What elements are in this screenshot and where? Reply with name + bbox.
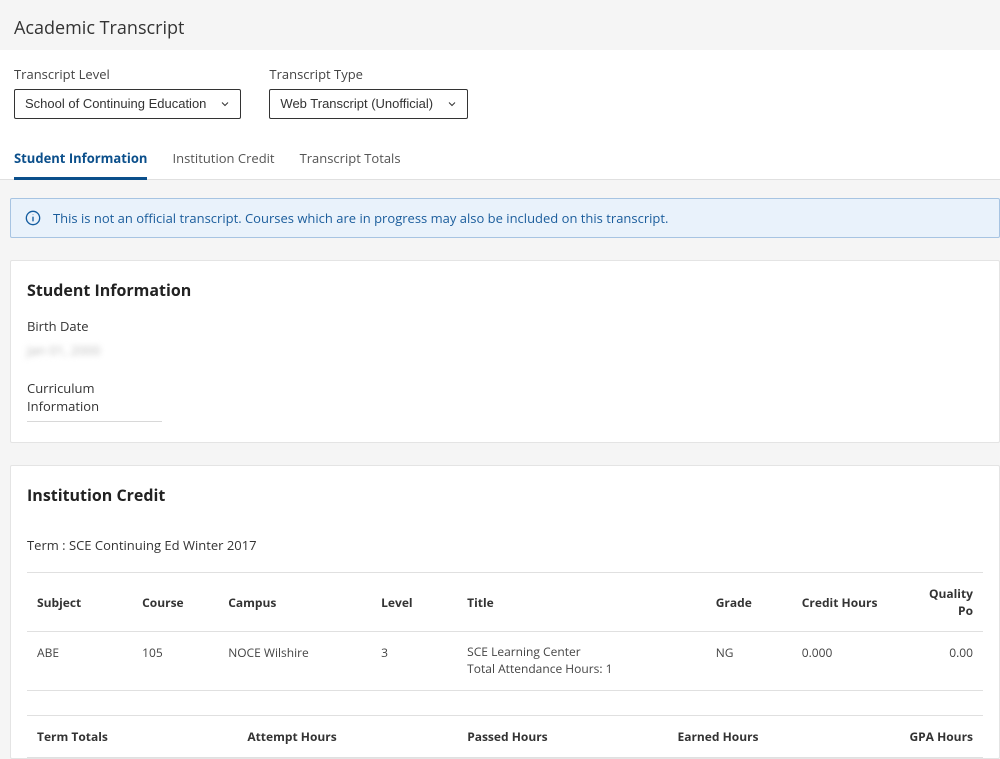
transcript-type-select-wrap: Web Transcript (Unofficial): [269, 89, 468, 119]
col-title: Title: [457, 573, 706, 632]
transcript-type-select[interactable]: Web Transcript (Unofficial): [269, 89, 468, 119]
cell-title-line2: Total Attendance Hours: 1: [467, 661, 696, 678]
transcript-level-select-wrap: School of Continuing Education: [14, 89, 241, 119]
col-credit-hours: Credit Hours: [792, 573, 916, 632]
filters-row: Transcript Level School of Continuing Ed…: [14, 65, 986, 119]
curriculum-info-label: Curriculum Information: [27, 379, 162, 422]
transcript-level-group: Transcript Level School of Continuing Ed…: [14, 65, 241, 119]
birth-date-value: Jan 01, 2000: [27, 341, 983, 359]
info-banner-message: This is not an official transcript. Cour…: [53, 209, 668, 227]
cell-title-line1: SCE Learning Center: [467, 644, 696, 661]
col-earned-hours: Earned Hours: [668, 715, 888, 757]
cell-quality-points: 0.00: [916, 632, 983, 691]
info-banner: This is not an official transcript. Cour…: [10, 198, 1000, 238]
info-icon: [25, 210, 41, 226]
institution-credit-card: Institution Credit Term : SCE Continuing…: [10, 465, 1000, 759]
col-course: Course: [132, 573, 218, 632]
table-row: ABE 105 NOCE Wilshire 3 SCE Learning Cen…: [27, 632, 983, 691]
credit-table-wrap: Subject Course Campus Level Title Grade …: [11, 572, 999, 691]
credit-table-header-row: Subject Course Campus Level Title Grade …: [27, 573, 983, 632]
transcript-level-select[interactable]: School of Continuing Education: [14, 89, 241, 119]
cell-campus: NOCE Wilshire: [218, 632, 371, 691]
credit-table: Subject Course Campus Level Title Grade …: [27, 572, 983, 691]
page-header: Academic Transcript: [0, 0, 1000, 50]
col-level: Level: [371, 573, 457, 632]
col-quality-points: Quality Po: [916, 573, 983, 632]
content-area: This is not an official transcript. Cour…: [0, 180, 1000, 759]
transcript-type-group: Transcript Type Web Transcript (Unoffici…: [269, 65, 468, 119]
col-passed-hours: Passed Hours: [457, 715, 667, 757]
cell-course: 105: [132, 632, 218, 691]
institution-credit-title: Institution Credit: [27, 484, 983, 506]
totals-header-row: Term Totals Attempt Hours Passed Hours E…: [27, 715, 983, 757]
student-information-card: Student Information Birth Date Jan 01, 2…: [10, 260, 1000, 443]
term-label: Term : SCE Continuing Ed Winter 2017: [11, 522, 999, 572]
transcript-level-label: Transcript Level: [14, 65, 241, 83]
cell-subject: ABE: [27, 632, 132, 691]
tabs: Student Information Institution Credit T…: [14, 139, 986, 179]
totals-table-wrap: Term Totals Attempt Hours Passed Hours E…: [11, 715, 999, 758]
col-subject: Subject: [27, 573, 132, 632]
cell-grade: NG: [706, 632, 792, 691]
col-gpa-hours: GPA Hours: [887, 715, 983, 757]
totals-table: Term Totals Attempt Hours Passed Hours E…: [27, 715, 983, 758]
col-attempt-hours: Attempt Hours: [237, 715, 457, 757]
col-term-totals: Term Totals: [27, 715, 237, 757]
tab-transcript-totals[interactable]: Transcript Totals: [300, 139, 401, 180]
filters-and-tabs: Transcript Level School of Continuing Ed…: [0, 50, 1000, 180]
cell-level: 3: [371, 632, 457, 691]
page-title: Academic Transcript: [14, 16, 986, 40]
student-info-title: Student Information: [27, 279, 983, 301]
cell-title: SCE Learning Center Total Attendance Hou…: [457, 632, 706, 691]
transcript-type-label: Transcript Type: [269, 65, 468, 83]
tab-student-information[interactable]: Student Information: [14, 139, 147, 180]
tab-institution-credit[interactable]: Institution Credit: [172, 139, 274, 180]
col-grade: Grade: [706, 573, 792, 632]
birth-date-label: Birth Date: [27, 317, 983, 335]
cell-credit-hours: 0.000: [792, 632, 916, 691]
col-campus: Campus: [218, 573, 371, 632]
